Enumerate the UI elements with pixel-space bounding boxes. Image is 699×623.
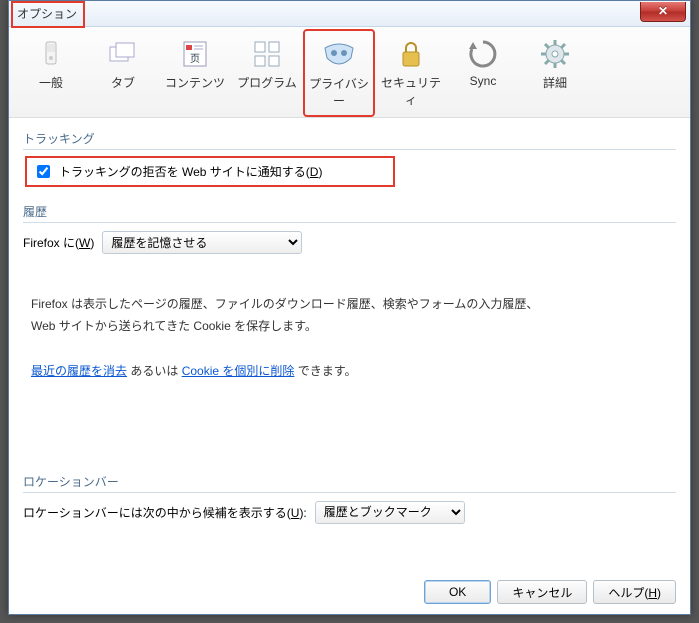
page-icon: 页 [177, 36, 213, 72]
history-mode-row: Firefox に(W) 履歴を記憶させる [23, 231, 676, 254]
tab-applications[interactable]: プログラム [231, 29, 303, 117]
tab-general[interactable]: 一般 [15, 29, 87, 117]
window-title: オプション [11, 1, 85, 28]
dnt-checkbox[interactable] [37, 165, 50, 178]
locationbar-section-label: ロケーションバー [23, 473, 676, 493]
cancel-button[interactable]: キャンセル [497, 580, 587, 604]
options-window: オプション ✕ 一般 タブ 页 コンテンツ プログラム [8, 0, 691, 615]
history-description: Firefox は表示したページの履歴、ファイルのダウンロード履歴、検索やフォー… [31, 294, 668, 383]
tab-privacy[interactable]: プライバシー [303, 29, 375, 117]
tab-tabs[interactable]: タブ [87, 29, 159, 117]
sync-icon [465, 36, 501, 72]
switch-icon [33, 36, 69, 72]
dnt-label[interactable]: トラッキングの拒否を Web サイトに通知する(D) [59, 163, 322, 180]
tab-advanced[interactable]: 詳細 [519, 29, 591, 117]
ok-button[interactable]: OK [424, 580, 491, 604]
grid-icon [249, 36, 285, 72]
history-section-label: 履歴 [23, 203, 676, 223]
history-mode-select[interactable]: 履歴を記憶させる [102, 231, 302, 254]
locationbar-label: ロケーションバーには次の中から候補を表示する(U): [23, 504, 307, 521]
clear-cookies-link[interactable]: Cookie を個別に削除 [182, 364, 295, 378]
clear-history-link[interactable]: 最近の履歴を消去 [31, 364, 127, 378]
tracking-section-label: トラッキング [23, 130, 676, 150]
help-button[interactable]: ヘルプ(H) [593, 580, 676, 604]
tab-content[interactable]: 页 コンテンツ [159, 29, 231, 117]
tracking-checkbox-row: トラッキングの拒否を Web サイトに通知する(D) [25, 156, 395, 187]
tabs-icon [105, 36, 141, 72]
gear-icon [537, 36, 573, 72]
content-area: トラッキング トラッキングの拒否を Web サイトに通知する(D) 履歴 Fir… [9, 118, 690, 524]
close-button[interactable]: ✕ [640, 2, 686, 22]
tab-sync[interactable]: Sync [447, 29, 519, 117]
dialog-buttons: OK キャンセル ヘルプ(H) [424, 580, 676, 604]
mask-icon [321, 37, 357, 73]
lock-icon [393, 36, 429, 72]
svg-text:页: 页 [190, 53, 200, 65]
titlebar: オプション ✕ [9, 1, 690, 27]
locationbar-select[interactable]: 履歴とブックマーク [315, 501, 465, 524]
tab-security[interactable]: セキュリティ [375, 29, 447, 117]
locationbar-row: ロケーションバーには次の中から候補を表示する(U): 履歴とブックマーク [23, 501, 676, 524]
category-toolbar: 一般 タブ 页 コンテンツ プログラム プライバシー [9, 27, 690, 118]
history-mode-label: Firefox に(W) [23, 234, 94, 251]
